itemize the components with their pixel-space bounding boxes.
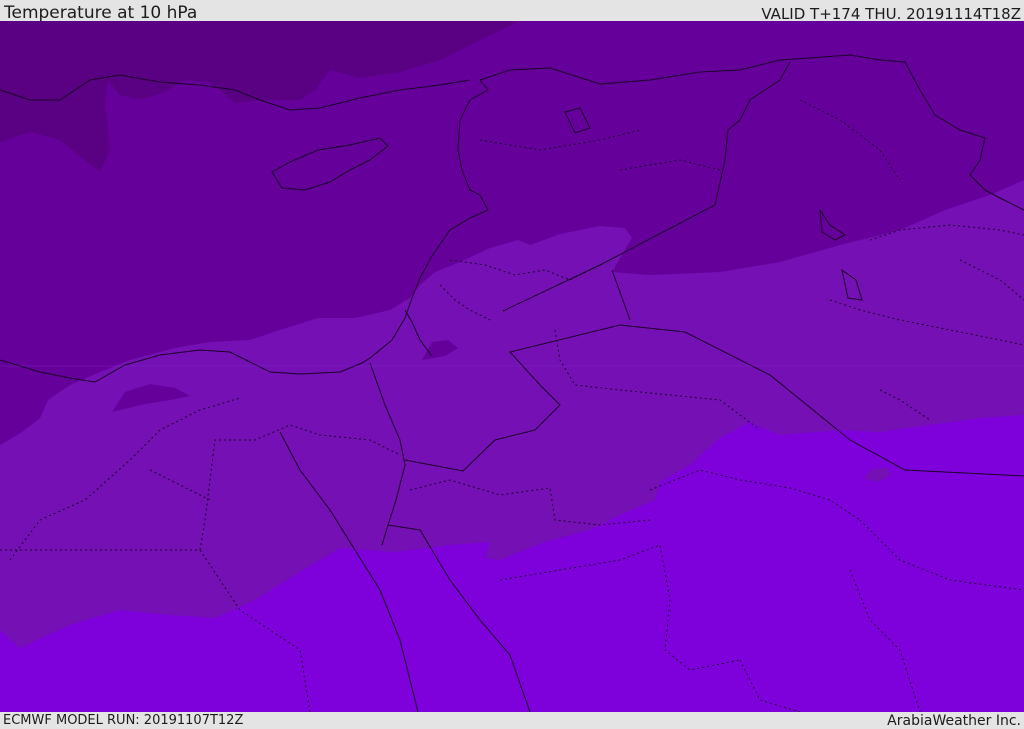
model-run-label: ECMWF MODEL RUN: 20191107T12Z: [3, 713, 244, 728]
temperature-map: [0, 21, 1024, 712]
header-bar: Temperature at 10 hPa VALID T+174 THU. 2…: [0, 0, 1024, 23]
credit-label: ArabiaWeather Inc.: [887, 713, 1021, 729]
map-canvas: [0, 21, 1024, 712]
map-title: Temperature at 10 hPa: [4, 3, 198, 23]
footer-bar: ECMWF MODEL RUN: 20191107T12Z ArabiaWeat…: [0, 712, 1024, 729]
